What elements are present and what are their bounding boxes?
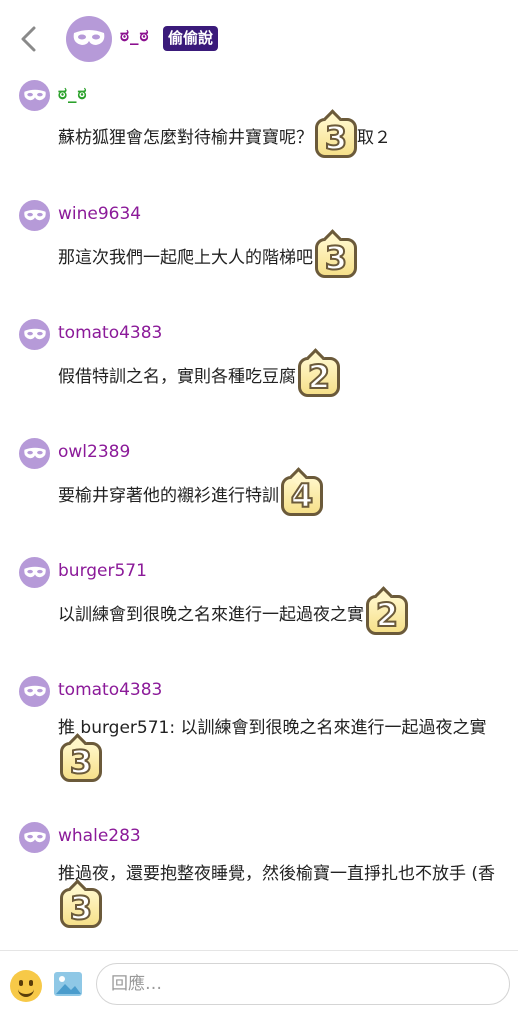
comment-text: 那這次我們一起爬上大人的階梯吧 3: [58, 238, 503, 278]
commenter-avatar[interactable]: [19, 822, 50, 853]
image-upload-button[interactable]: [53, 969, 83, 999]
floor-number: 2: [307, 358, 331, 396]
comment-text: 以訓練會到很晚之名來進行一起過夜之實 2: [58, 595, 503, 635]
comment-text: 要榆井穿著他的襯衫進行特訓 4: [58, 476, 503, 516]
comment-body: 要榆井穿著他的襯衫進行特訓: [58, 486, 279, 506]
comment-trailing-text: 取２: [357, 128, 391, 148]
smiley-icon-mouth: [18, 986, 34, 997]
floor-sticker: 3: [60, 742, 102, 782]
floor-sticker: 3: [315, 118, 357, 158]
commenter-name[interactable]: burger571: [58, 561, 147, 581]
commenter-name[interactable]: tomato4383: [58, 323, 162, 343]
commenter-name[interactable]: ಠ_ಠ: [58, 84, 88, 104]
commenter-name[interactable]: tomato4383: [58, 680, 162, 700]
comment-body: 推過夜，還要抱整夜睡覺，然後榆寶一直掙扎也不放手 (香: [58, 864, 496, 884]
comment-text: 推 burger571: 以訓練會到很晚之名來進行一起過夜之實 3: [58, 714, 503, 782]
commenter-avatar[interactable]: [19, 557, 50, 588]
commenter-name[interactable]: owl2389: [58, 442, 130, 462]
floor-number: 3: [324, 239, 348, 277]
commenter-avatar[interactable]: [19, 438, 50, 469]
commenter-avatar[interactable]: [19, 80, 50, 111]
commenter-avatar[interactable]: [19, 676, 50, 707]
comment-body: 假借特訓之名，實則各種吃豆腐: [58, 367, 296, 387]
back-button[interactable]: [14, 22, 44, 56]
floor-sticker: 4: [281, 476, 323, 516]
commenter-avatar[interactable]: [19, 200, 50, 231]
author-name[interactable]: ಠ_ಠ: [120, 26, 150, 46]
mask-icon: [23, 685, 46, 696]
mask-icon: [23, 831, 46, 842]
mask-icon: [23, 566, 46, 577]
mask-icon: [73, 30, 105, 45]
comment-text: 假借特訓之名，實則各種吃豆腐 2: [58, 357, 503, 397]
floor-number: 2: [375, 596, 399, 634]
comment-body: 推 burger571: 以訓練會到很晚之名來進行一起過夜之實: [58, 718, 487, 738]
floor-sticker: 2: [298, 357, 340, 397]
comment-body: 蘇枋狐狸會怎麼對待榆井寶寶呢？: [58, 128, 313, 148]
mask-icon: [23, 328, 46, 339]
floor-number: 3: [69, 743, 93, 781]
mask-icon: [23, 89, 46, 100]
mask-icon: [23, 209, 46, 220]
floor-sticker: 3: [60, 888, 102, 928]
floor-number: 4: [290, 477, 314, 515]
commenter-name[interactable]: whale283: [58, 826, 141, 846]
anonymous-badge: 偷偷說: [163, 26, 219, 51]
comment-body: 那這次我們一起爬上大人的階梯吧: [58, 248, 313, 268]
comment-text: 推過夜，還要抱整夜睡覺，然後榆寶一直掙扎也不放手 (香 3: [58, 860, 503, 928]
mask-icon: [23, 447, 46, 458]
reply-field[interactable]: [96, 963, 510, 1005]
author-avatar[interactable]: [66, 16, 112, 62]
emoji-button[interactable]: [10, 970, 42, 1002]
floor-sticker: 3: [315, 238, 357, 278]
commenter-name[interactable]: wine9634: [58, 204, 141, 224]
reply-bar: [0, 950, 518, 1025]
comment-text: 蘇枋狐狸會怎麼對待榆井寶寶呢？ 3 取２: [58, 118, 503, 158]
image-icon: [54, 972, 82, 996]
floor-number: 3: [69, 889, 93, 927]
floor-number: 3: [324, 119, 348, 157]
reply-input[interactable]: [109, 973, 493, 995]
floor-sticker: 2: [366, 595, 408, 635]
commenter-avatar[interactable]: [19, 319, 50, 350]
top-bar: ಠ_ಠ 偷偷說: [0, 0, 518, 78]
chevron-left-icon: [21, 26, 36, 52]
comment-body: 以訓練會到很晚之名來進行一起過夜之實: [58, 605, 364, 625]
